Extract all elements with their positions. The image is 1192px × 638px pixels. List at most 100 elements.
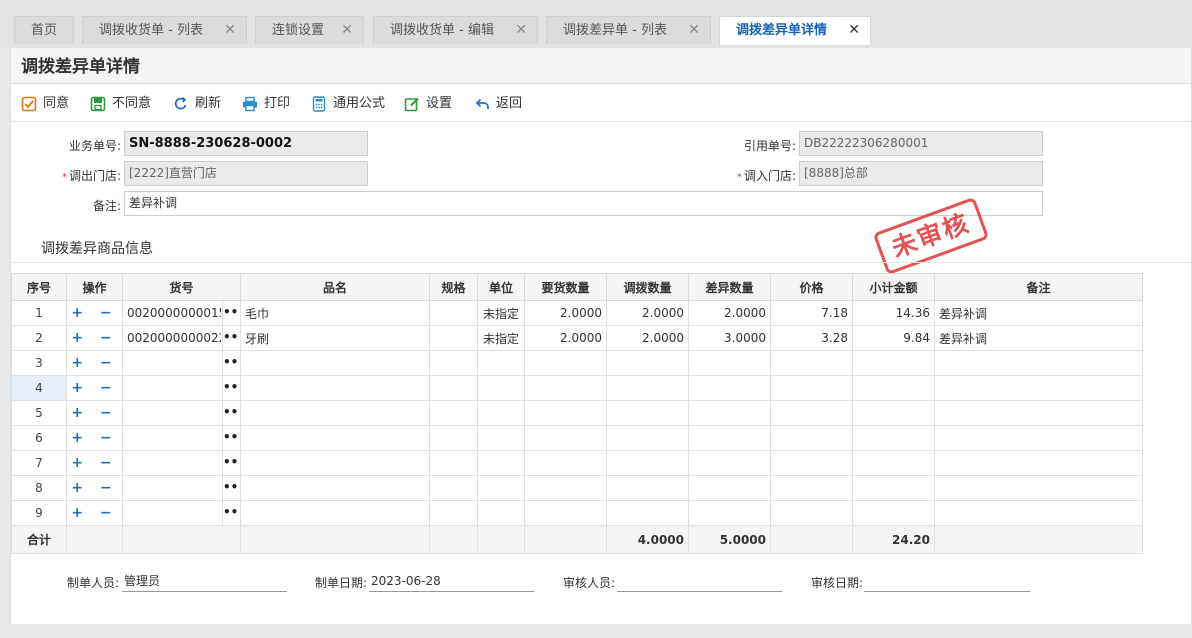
spec-cell[interactable] [429,375,478,401]
price-cell[interactable] [770,425,853,451]
code-cell[interactable]: ••• [122,400,241,426]
diff-qty-cell[interactable] [688,425,771,451]
add-remove-icon[interactable]: + − [71,305,117,321]
tab-transfer-diff-detail[interactable]: 调拨差异单详情 ✕ [719,16,871,45]
transfer-qty-cell[interactable]: 2.0000 [606,300,689,326]
spec-cell[interactable] [429,350,478,376]
transfer-qty-cell[interactable] [606,350,689,376]
code-cell[interactable]: ••• [122,350,241,376]
name-cell[interactable] [240,350,430,376]
tab-home[interactable]: 首页 [14,16,74,44]
remark-cell[interactable]: 差异补调 [934,300,1143,326]
req-qty-cell[interactable] [524,500,607,526]
table-row[interactable]: 6+ − ••• [11,425,1143,451]
create-date-field[interactable]: 2023-06-28 [369,570,534,592]
subtotal-cell[interactable] [852,350,935,376]
diff-qty-cell[interactable] [688,450,771,476]
spec-cell[interactable] [429,400,478,426]
approve-button[interactable]: 同意 [21,94,83,114]
spec-cell[interactable] [429,425,478,451]
remark-cell[interactable] [934,375,1143,401]
req-qty-cell[interactable] [524,400,607,426]
ref-no-field[interactable]: DB22222306280001 [799,131,1043,156]
add-remove-icon[interactable]: + − [71,355,117,371]
unit-cell[interactable]: 未指定 [477,325,525,351]
row-actions[interactable]: + − [66,475,123,501]
more-icon[interactable]: ••• [222,426,240,450]
unit-cell[interactable] [477,375,525,401]
remark-cell[interactable] [934,400,1143,426]
remark-cell[interactable] [934,350,1143,376]
name-cell[interactable] [240,425,430,451]
req-qty-cell[interactable] [524,350,607,376]
code-cell[interactable]: ••• [122,500,241,526]
transfer-qty-cell[interactable] [606,500,689,526]
req-qty-cell[interactable]: 2.0000 [524,325,607,351]
biz-no-field[interactable]: SN-8888-230628-0002 [124,131,368,156]
add-remove-icon[interactable]: + − [71,505,117,521]
code-cell[interactable]: ••• [122,375,241,401]
more-icon[interactable]: ••• [222,376,240,400]
diff-qty-cell[interactable]: 3.0000 [688,325,771,351]
add-remove-icon[interactable]: + − [71,480,117,496]
more-icon[interactable]: ••• [222,301,240,325]
more-icon[interactable]: ••• [222,351,240,375]
diff-qty-cell[interactable] [688,400,771,426]
name-cell[interactable]: 牙刷 [240,325,430,351]
out-store-field[interactable]: [2222]直营门店 [124,161,368,186]
row-actions[interactable]: + − [66,500,123,526]
diff-qty-cell[interactable] [688,375,771,401]
code-cell[interactable]: ••• [122,450,241,476]
code-cell[interactable]: 0020000000015••• [122,300,241,326]
row-actions[interactable]: + − [66,400,123,426]
req-qty-cell[interactable] [524,425,607,451]
row-actions[interactable]: + − [66,325,123,351]
unit-cell[interactable] [477,500,525,526]
more-icon[interactable]: ••• [222,501,240,525]
auditor-field[interactable] [617,570,782,592]
code-cell[interactable]: ••• [122,475,241,501]
table-row[interactable]: 8+ − ••• [11,475,1143,501]
close-icon[interactable]: ✕ [848,17,860,44]
creator-field[interactable]: 管理员 [122,570,287,592]
row-actions[interactable]: + − [66,450,123,476]
formula-button[interactable]: 通用公式 [311,94,391,114]
table-row[interactable]: 9+ − ••• [11,500,1143,526]
table-row[interactable]: 7+ − ••• [11,450,1143,476]
reject-button[interactable]: 不同意 [90,94,164,114]
unit-cell[interactable] [477,450,525,476]
price-cell[interactable] [770,375,853,401]
row-actions[interactable]: + − [66,350,123,376]
transfer-qty-cell[interactable] [606,450,689,476]
subtotal-cell[interactable]: 14.36 [852,300,935,326]
transfer-qty-cell[interactable] [606,425,689,451]
table-row[interactable]: 4+ − ••• [11,375,1143,401]
price-cell[interactable]: 7.18 [770,300,853,326]
transfer-qty-cell[interactable] [606,400,689,426]
tab-transfer-receipt-edit[interactable]: 调拨收货单 - 编辑 ✕ [373,16,538,44]
subtotal-cell[interactable] [852,375,935,401]
unit-cell[interactable] [477,475,525,501]
price-cell[interactable] [770,500,853,526]
diff-qty-cell[interactable] [688,350,771,376]
unit-cell[interactable] [477,400,525,426]
close-icon[interactable]: ✕ [515,17,527,44]
tab-transfer-receipt-list[interactable]: 调拨收货单 - 列表 ✕ [82,16,247,44]
more-icon[interactable]: ••• [222,326,240,350]
add-remove-icon[interactable]: + − [71,380,117,396]
code-cell[interactable]: 0020000000022••• [122,325,241,351]
tab-chain-settings[interactable]: 连锁设置 ✕ [255,16,364,44]
price-cell[interactable] [770,450,853,476]
spec-cell[interactable] [429,325,478,351]
diff-qty-cell[interactable] [688,475,771,501]
req-qty-cell[interactable] [524,375,607,401]
add-remove-icon[interactable]: + − [71,455,117,471]
in-store-field[interactable]: [8888]总部 [799,161,1043,186]
diff-qty-cell[interactable]: 2.0000 [688,300,771,326]
price-cell[interactable]: 3.28 [770,325,853,351]
subtotal-cell[interactable] [852,400,935,426]
row-actions[interactable]: + − [66,425,123,451]
add-remove-icon[interactable]: + − [71,430,117,446]
name-cell[interactable] [240,450,430,476]
subtotal-cell[interactable]: 9.84 [852,325,935,351]
